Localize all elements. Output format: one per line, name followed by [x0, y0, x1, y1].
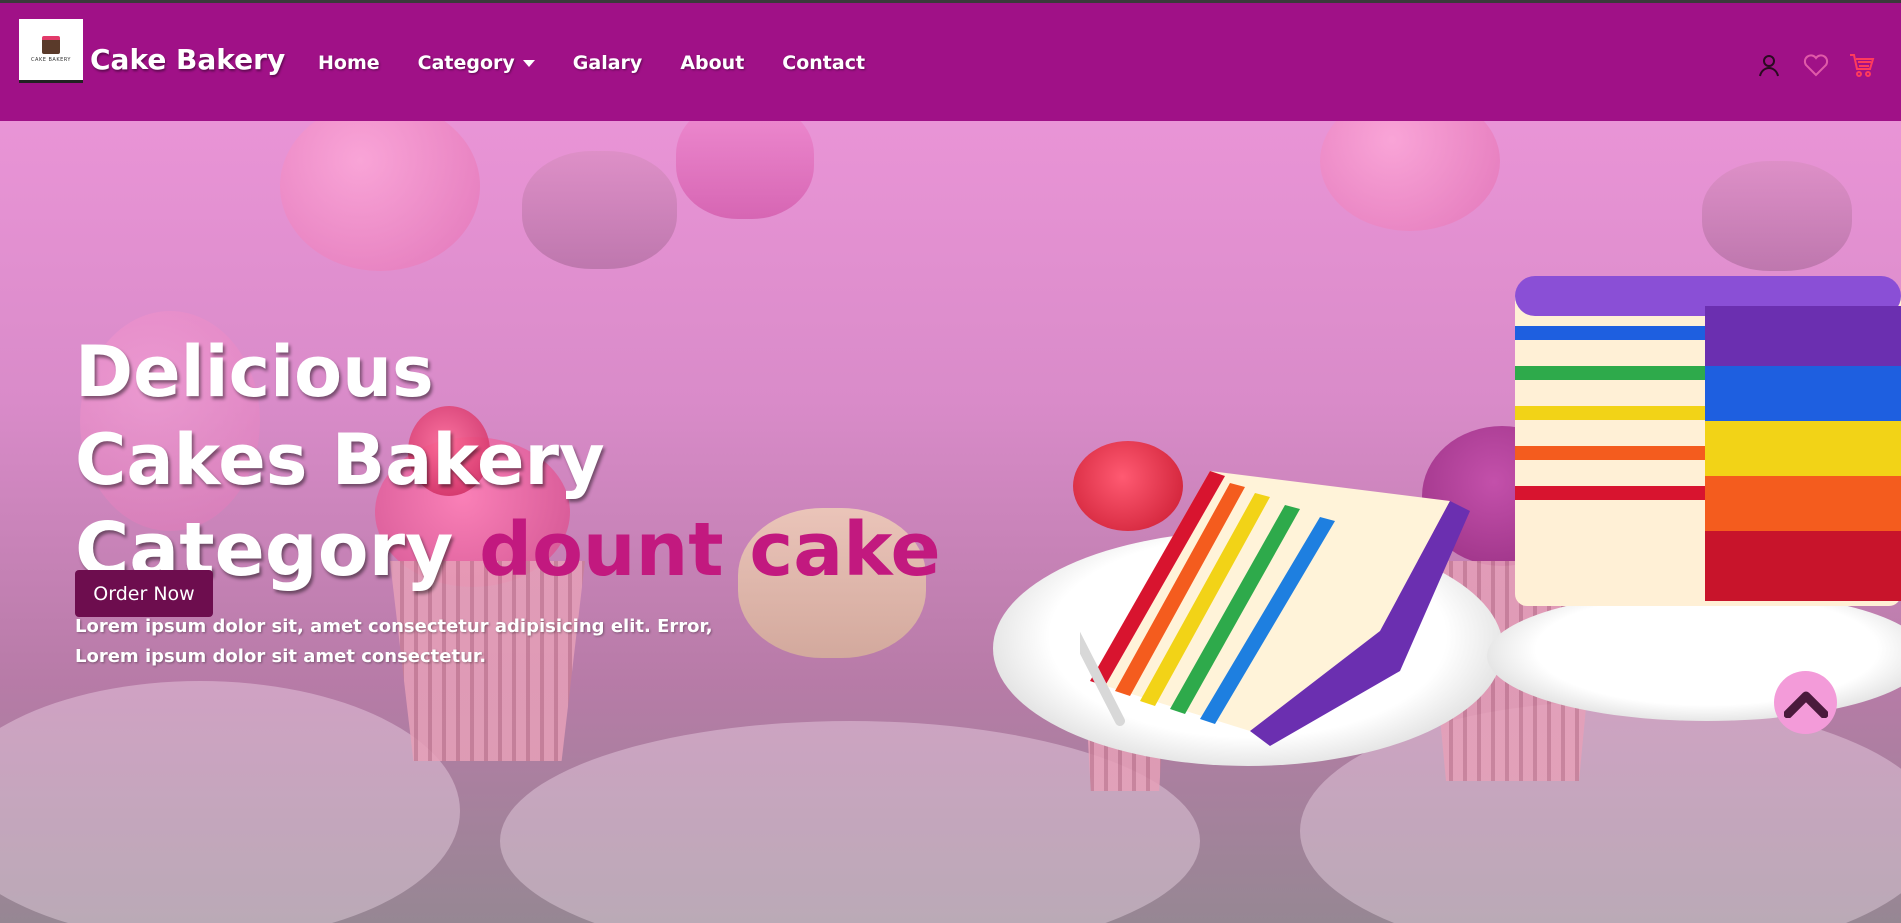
brand-name[interactable]: Cake Bakery: [90, 43, 285, 76]
cake-stand-image: [1487, 591, 1901, 721]
hero-title-line2: Cakes Bakery: [75, 418, 605, 501]
macaron-image: [676, 121, 814, 219]
nav-category[interactable]: Category: [418, 52, 535, 74]
macaron-image: [1702, 161, 1852, 271]
chevron-up-icon: [1783, 691, 1828, 718]
cake-logo-icon: [42, 36, 60, 54]
logo-text: CAKE BAKERY: [31, 57, 71, 63]
balloon-image: [280, 121, 480, 271]
hero-banner: Delicious Cakes Bakery Category dount ca…: [0, 121, 1901, 923]
nav-about[interactable]: About: [680, 52, 744, 74]
cart-icon[interactable]: [1849, 53, 1875, 77]
nav-home[interactable]: Home: [318, 52, 380, 74]
nav-contact[interactable]: Contact: [782, 52, 865, 74]
main-nav: Home Category Galary About Contact: [318, 52, 903, 74]
cake-slice-image: [1080, 471, 1470, 746]
cloud-image: [0, 681, 460, 923]
balloon-image: [1320, 121, 1500, 231]
nav-galary[interactable]: Galary: [573, 52, 643, 74]
hero-subtitle-line2: Lorem ipsum dolor sit amet consectetur.: [75, 646, 487, 667]
navbar: CAKE BAKERY Cake Bakery Home Category Ga…: [0, 3, 1901, 121]
hero-title: Delicious Cakes Bakery Category dount ca…: [75, 329, 941, 597]
scroll-to-top-button[interactable]: [1774, 671, 1837, 734]
order-now-button[interactable]: Order Now: [75, 570, 213, 617]
caret-down-icon: [522, 60, 535, 67]
macaron-image: [522, 151, 677, 269]
heart-icon[interactable]: [1803, 53, 1829, 77]
hero-subtitle: Lorem ipsum dolor sit, amet consectetur …: [75, 612, 715, 672]
nav-category-label: Category: [417, 52, 515, 74]
hero-title-line1: Delicious: [75, 331, 434, 413]
nav-icons: [1757, 53, 1875, 77]
rainbow-cake-image: [1515, 276, 1901, 606]
logo[interactable]: CAKE BAKERY: [19, 19, 83, 83]
hero-title-accent: dount cake: [479, 507, 941, 593]
user-icon[interactable]: [1757, 53, 1781, 77]
